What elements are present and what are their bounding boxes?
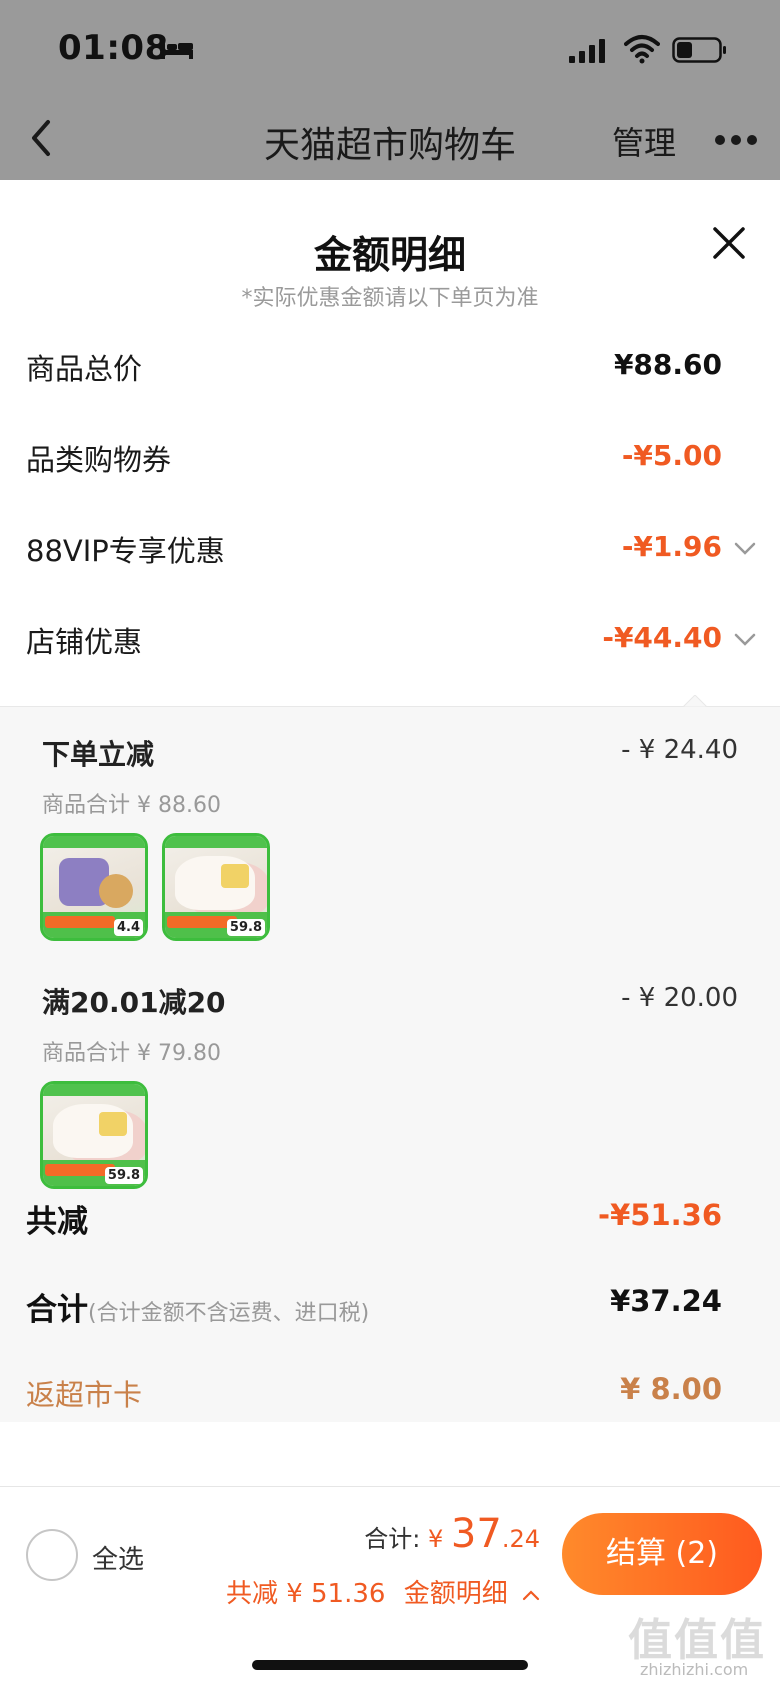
select-all-checkbox[interactable]	[26, 1529, 78, 1581]
row-category-coupon: 品类购物券 -¥5.00	[0, 423, 780, 493]
row-value: ¥88.60	[613, 348, 722, 381]
product-thumbnail[interactable]: 4.4	[40, 833, 148, 941]
bottom-total: 合计: ¥ 37.24	[364, 1511, 540, 1557]
thumb-product-shape	[99, 1112, 127, 1136]
home-indicator[interactable]	[252, 1660, 528, 1670]
manage-button[interactable]: 管理	[612, 118, 676, 164]
wifi-icon	[624, 35, 660, 64]
panel-pointer	[683, 695, 707, 707]
checkout-button[interactable]: 结算 (2)	[562, 1513, 762, 1595]
thumb-banner	[43, 1084, 145, 1096]
promo-subtotal: 商品合计 ¥ 88.60	[42, 793, 221, 818]
card-back-value: ¥ 8.00	[620, 1372, 722, 1406]
amount-detail-sheet: 金额明细 *实际优惠金额请以下单页为准 商品总价 ¥88.60 品类购物券 -¥…	[0, 180, 780, 1688]
row-store-discount[interactable]: 店铺优惠 -¥44.40	[0, 605, 780, 675]
total-label-text: 合计	[26, 1292, 88, 1328]
cellular-signal-icon	[569, 39, 605, 63]
thumb-product-shape	[99, 874, 133, 908]
promo-amount: - ¥ 24.40	[621, 735, 738, 765]
total-decimal: .24	[501, 1525, 540, 1553]
card-back-label: 返超市卡	[26, 1378, 143, 1412]
row-value: -¥5.00	[621, 439, 722, 472]
row-label: 88VIP专享优惠	[26, 534, 225, 568]
chevron-down-icon[interactable]	[734, 542, 756, 556]
sleep-mode-icon	[161, 40, 193, 59]
more-options-icon[interactable]	[714, 134, 758, 146]
row-value: -¥44.40	[602, 621, 722, 654]
currency-symbol: ¥	[428, 1525, 444, 1553]
thumb-tag	[45, 916, 115, 928]
amount-detail-link[interactable]: 金额明细	[404, 1579, 508, 1609]
promo-title: 下单立减	[42, 738, 155, 771]
product-thumbnail[interactable]: 59.8	[40, 1081, 148, 1189]
promo-title: 满20.01减20	[42, 986, 226, 1019]
promo-amount: - ¥ 20.00	[621, 983, 738, 1013]
chevron-up-icon[interactable]	[522, 1589, 540, 1601]
total-note: (合计金额不含运费、进口税)	[88, 1301, 370, 1326]
nav-bar: 天猫超市购物车 管理	[0, 100, 780, 180]
thumb-price: 4.4	[113, 919, 143, 936]
amount-detail-toggle[interactable]: 共减 ¥ 51.36 金额明细	[226, 1573, 540, 1610]
row-value: -¥1.96	[621, 530, 722, 563]
close-icon[interactable]	[712, 226, 746, 260]
watermark-url: zhizhizhi.com	[640, 1660, 749, 1679]
status-bar: 01:08	[0, 0, 780, 100]
select-all-label[interactable]: 全选	[92, 1539, 144, 1576]
battery-icon	[672, 37, 726, 63]
row-goods-total: 商品总价 ¥88.60	[0, 332, 780, 402]
total-discount-value: -¥51.36	[598, 1198, 722, 1232]
sheet-title: 金额明细	[313, 233, 466, 277]
product-thumbnail[interactable]: 59.8	[162, 833, 270, 941]
sheet-note: *实际优惠金额请以下单页为准	[241, 286, 539, 311]
chevron-down-icon[interactable]	[734, 633, 756, 647]
total-integer: 37	[450, 1511, 502, 1557]
row-label: 店铺优惠	[26, 625, 143, 659]
total-label: 合计(合计金额不含运费、进口税)	[26, 1284, 369, 1329]
thumb-banner	[43, 836, 145, 848]
thumb-banner	[165, 836, 267, 848]
row-label: 品类购物券	[26, 443, 172, 477]
total-value: ¥37.24	[610, 1284, 722, 1318]
total-discount-label: 共减	[26, 1204, 88, 1240]
bottom-discount-text: 共减 ¥ 51.36	[225, 1579, 386, 1609]
total-prefix: 合计:	[364, 1525, 421, 1553]
thumb-price: 59.8	[104, 1167, 143, 1184]
row-88vip-discount[interactable]: 88VIP专享优惠 -¥1.96	[0, 514, 780, 584]
promo-subtotal: 商品合计 ¥ 79.80	[42, 1041, 221, 1066]
thumb-product-shape	[221, 864, 249, 888]
status-time: 01:08	[58, 28, 169, 68]
thumb-price: 59.8	[226, 919, 265, 936]
watermark-logo: 值值值	[628, 1615, 766, 1666]
row-label: 商品总价	[26, 352, 143, 386]
